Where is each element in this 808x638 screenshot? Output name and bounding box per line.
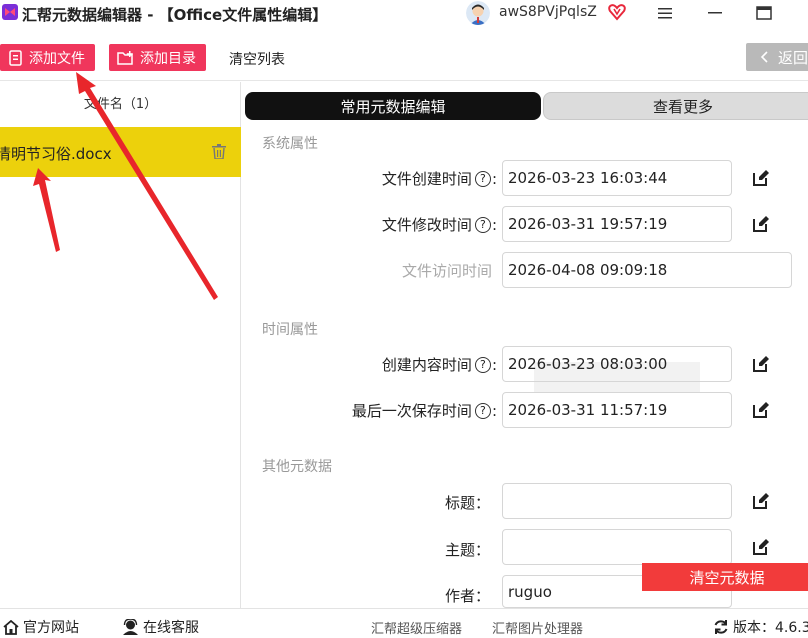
help-icon[interactable]: ? [474,356,491,373]
refresh-icon[interactable] [713,619,729,635]
edit-icon[interactable] [751,491,771,511]
app-window: 汇帮元数据编辑器 - 【Office文件属性编辑】 awS8PVjPqlsZ 添… [0,0,808,638]
menu-button[interactable] [650,0,680,26]
website-label: 官方网站 [23,620,79,636]
vip-heart-icon[interactable] [608,3,626,21]
created-time-field[interactable]: 2026-03-23 16:03:44 [502,160,732,196]
add-directory-label: 添加目录 [140,50,196,67]
add-folder-icon [117,50,133,65]
content-created-field[interactable]: 2026-03-23 08:03:00 [502,346,732,382]
support-link[interactable]: 在线客服 [122,617,199,637]
file-name-column-header: 文件名（1） [83,97,158,112]
add-file-label: 添加文件 [29,50,85,67]
edit-icon[interactable] [751,354,771,374]
file-list-panel: 文件名（1） 清明节习俗.docx [0,82,241,608]
compressor-link[interactable]: 汇帮超级压缩器 [371,618,462,637]
maximize-button[interactable] [749,0,779,26]
help-icon[interactable]: ? [474,170,491,187]
colon: : [491,215,497,234]
content-created-label: 创建内容时间 ? : [382,354,497,375]
modified-time-field[interactable]: 2026-03-31 19:57:19 [502,206,732,242]
help-icon[interactable]: ? [474,216,491,233]
help-icon[interactable]: ? [474,402,491,419]
accessed-time-field: 2026-04-08 09:09:18 [502,252,792,288]
created-time-label: 文件创建时间 ? : [382,168,497,189]
last-saved-text: 最后一次保存时间 [351,402,472,420]
user-avatar[interactable] [466,1,490,25]
chevron-left-icon [760,51,768,63]
section-time-properties: 时间属性 [262,322,318,338]
tab-view-more[interactable]: 查看更多 [543,92,808,120]
version-label: 版本：4.6.3. [733,620,808,636]
footer-bar: 官方网站 在线客服 汇帮超级压缩器 汇帮图片处理器 版本：4.6.3. [0,608,808,638]
title-label: 标题： [444,494,490,512]
content-created-text: 创建内容时间 [381,356,472,374]
app-logo-icon [2,4,18,20]
image-tool-link[interactable]: 汇帮图片处理器 [492,618,583,637]
tab-common-metadata[interactable]: 常用元数据编辑 [245,92,541,120]
edit-icon[interactable] [751,214,771,234]
modified-time-label: 文件修改时间 ? : [382,214,497,235]
clear-metadata-button[interactable]: 清空元数据 [642,563,808,591]
minimize-button[interactable] [700,0,730,26]
file-name: 清明节习俗.docx [0,145,112,163]
last-saved-label: 最后一次保存时间 ? : [352,400,497,421]
support-label: 在线客服 [143,620,199,636]
back-button[interactable]: 返回 [746,43,808,71]
title-bar: 汇帮元数据编辑器 - 【Office文件属性编辑】 awS8PVjPqlsZ [0,0,808,28]
author-label: 作者： [444,587,490,605]
hamburger-icon [658,8,672,19]
subject-field[interactable] [502,529,732,565]
section-other-metadata: 其他元数据 [262,459,332,475]
window-title: 汇帮元数据编辑器 - 【Office文件属性编辑】 [22,6,328,24]
maximize-icon [756,6,772,20]
toolbar: 添加文件 添加目录 清空列表 返回 [0,28,808,81]
file-list-item[interactable]: 清明节习俗.docx [0,127,241,177]
title-field[interactable] [502,483,732,519]
website-link[interactable]: 官方网站 [3,617,79,637]
version-info: 版本：4.6.3. [713,617,808,637]
home-icon [3,619,19,635]
customer-service-icon [123,619,138,635]
colon: : [491,169,497,188]
last-saved-field[interactable]: 2026-03-31 11:57:19 [502,392,732,428]
colon: : [491,401,497,420]
modified-time-text: 文件修改时间 [381,216,472,234]
subject-label: 主题： [444,541,490,559]
edit-icon[interactable] [751,168,771,188]
back-label: 返回 [778,48,808,67]
edit-icon[interactable] [751,537,771,557]
trash-icon[interactable] [212,144,226,159]
add-file-button[interactable]: 添加文件 [0,44,95,71]
created-time-text: 文件创建时间 [381,170,472,188]
avatar-icon [466,1,490,25]
clear-list-button[interactable]: 清空列表 [229,49,285,69]
add-directory-button[interactable]: 添加目录 [109,44,206,71]
username-label[interactable]: awS8PVjPqlsZ [499,4,597,20]
add-file-icon [9,49,22,66]
edit-icon[interactable] [751,400,771,420]
colon: : [491,355,497,374]
section-system-properties: 系统属性 [262,136,318,152]
accessed-time-label: 文件访问时间 [401,262,492,280]
minimize-icon [708,12,722,14]
